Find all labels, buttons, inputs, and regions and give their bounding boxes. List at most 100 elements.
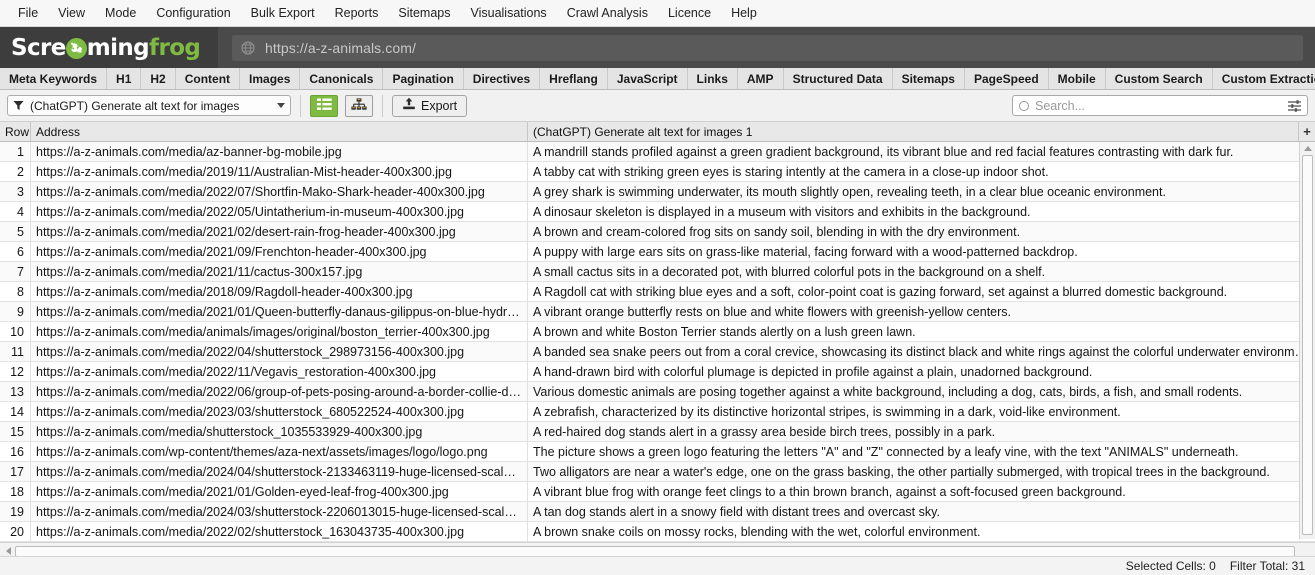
table-row[interactable]: 16https://a-z-animals.com/wp-content/the… <box>0 442 1315 462</box>
tab-h1[interactable]: H1 <box>107 68 141 89</box>
table-row[interactable]: 13https://a-z-animals.com/media/2022/06/… <box>0 382 1315 402</box>
column-header-address[interactable]: Address <box>31 122 528 141</box>
cell-address[interactable]: https://a-z-animals.com/media/2019/11/Au… <box>31 162 528 182</box>
tab-mobile[interactable]: Mobile <box>1049 68 1106 89</box>
scroll-up-icon[interactable] <box>1304 146 1312 151</box>
tab-directives[interactable]: Directives <box>464 68 540 89</box>
horizontal-scrollbar[interactable] <box>0 542 1315 556</box>
vertical-scroll-thumb[interactable] <box>1302 155 1313 535</box>
tab-hreflang[interactable]: Hreflang <box>540 68 608 89</box>
table-row[interactable]: 3https://a-z-animals.com/media/2022/07/S… <box>0 182 1315 202</box>
table-row[interactable]: 4https://a-z-animals.com/media/2022/05/U… <box>0 202 1315 222</box>
table-row[interactable]: 6https://a-z-animals.com/media/2021/09/F… <box>0 242 1315 262</box>
plus-icon[interactable]: + <box>1299 122 1315 141</box>
table-row[interactable]: 14https://a-z-animals.com/media/2023/03/… <box>0 402 1315 422</box>
menu-item-reports[interactable]: Reports <box>325 3 389 23</box>
cell-address[interactable]: https://a-z-animals.com/media/2024/04/sh… <box>31 462 528 482</box>
cell-alt-text[interactable]: A hand-drawn bird with colorful plumage … <box>528 362 1315 382</box>
cell-address[interactable]: https://a-z-animals.com/media/2021/09/Fr… <box>31 242 528 262</box>
menu-item-visualisations[interactable]: Visualisations <box>460 3 556 23</box>
cell-address[interactable]: https://a-z-animals.com/media/2022/07/Sh… <box>31 182 528 202</box>
cell-row-number[interactable]: 14 <box>0 402 31 422</box>
menu-item-crawl-analysis[interactable]: Crawl Analysis <box>557 3 658 23</box>
cell-alt-text[interactable]: A brown snake coils on mossy rocks, blen… <box>528 522 1315 542</box>
tab-custom-extraction[interactable]: Custom Extraction <box>1213 68 1315 89</box>
cell-alt-text[interactable]: A tan dog stands alert in a snowy field … <box>528 502 1315 522</box>
cell-row-number[interactable]: 2 <box>0 162 31 182</box>
cell-alt-text[interactable]: A zebrafish, characterized by its distin… <box>528 402 1315 422</box>
cell-alt-text[interactable]: A puppy with large ears sits on grass-li… <box>528 242 1315 262</box>
scroll-left-icon[interactable] <box>6 547 11 555</box>
cell-alt-text[interactable]: A small cactus sits in a decorated pot, … <box>528 262 1315 282</box>
cell-address[interactable]: https://a-z-animals.com/media/2022/11/Ve… <box>31 362 528 382</box>
tab-javascript[interactable]: JavaScript <box>608 68 688 89</box>
cell-row-number[interactable]: 4 <box>0 202 31 222</box>
url-input[interactable]: https://a-z-animals.com/ <box>232 35 1303 61</box>
cell-alt-text[interactable]: A mandrill stands profiled against a gre… <box>528 142 1315 162</box>
cell-address[interactable]: https://a-z-animals.com/media/2021/02/de… <box>31 222 528 242</box>
search-box[interactable]: Search... <box>1012 95 1308 116</box>
table-row[interactable]: 2https://a-z-animals.com/media/2019/11/A… <box>0 162 1315 182</box>
horizontal-scroll-thumb[interactable] <box>15 546 1295 557</box>
cell-address[interactable]: https://a-z-animals.com/media/2022/02/sh… <box>31 522 528 542</box>
cell-row-number[interactable]: 7 <box>0 262 31 282</box>
cell-row-number[interactable]: 16 <box>0 442 31 462</box>
menu-item-mode[interactable]: Mode <box>95 3 146 23</box>
tab-amp[interactable]: AMP <box>738 68 784 89</box>
cell-address[interactable]: https://a-z-animals.com/media/2023/03/sh… <box>31 402 528 422</box>
cell-address[interactable]: https://a-z-animals.com/media/2022/06/gr… <box>31 382 528 402</box>
cell-row-number[interactable]: 1 <box>0 142 31 162</box>
cell-row-number[interactable]: 12 <box>0 362 31 382</box>
menu-item-licence[interactable]: Licence <box>658 3 721 23</box>
cell-row-number[interactable]: 18 <box>0 482 31 502</box>
tab-structured-data[interactable]: Structured Data <box>784 68 893 89</box>
table-row[interactable]: 11https://a-z-animals.com/media/2022/04/… <box>0 342 1315 362</box>
tab-links[interactable]: Links <box>688 68 738 89</box>
table-row[interactable]: 9https://a-z-animals.com/media/2021/01/Q… <box>0 302 1315 322</box>
cell-address[interactable]: https://a-z-animals.com/media/shuttersto… <box>31 422 528 442</box>
filter-dropdown[interactable]: (ChatGPT) Generate alt text for images <box>7 95 291 116</box>
table-row[interactable]: 10https://a-z-animals.com/media/animals/… <box>0 322 1315 342</box>
cell-alt-text[interactable]: A vibrant orange butterfly rests on blue… <box>528 302 1315 322</box>
table-row[interactable]: 17https://a-z-animals.com/media/2024/04/… <box>0 462 1315 482</box>
cell-row-number[interactable]: 11 <box>0 342 31 362</box>
tab-content[interactable]: Content <box>176 68 240 89</box>
cell-alt-text[interactable]: A vibrant blue frog with orange feet cli… <box>528 482 1315 502</box>
tab-custom-search[interactable]: Custom Search <box>1106 68 1213 89</box>
column-header-row[interactable]: Row <box>0 122 31 141</box>
menu-item-configuration[interactable]: Configuration <box>146 3 240 23</box>
cell-address[interactable]: https://a-z-animals.com/media/az-banner-… <box>31 142 528 162</box>
search-input-placeholder[interactable]: Search... <box>1035 99 1288 113</box>
cell-row-number[interactable]: 10 <box>0 322 31 342</box>
vertical-scrollbar[interactable] <box>1299 142 1315 539</box>
cell-alt-text[interactable]: A dinosaur skeleton is displayed in a mu… <box>528 202 1315 222</box>
cell-row-number[interactable]: 6 <box>0 242 31 262</box>
cell-alt-text[interactable]: A tabby cat with striking green eyes is … <box>528 162 1315 182</box>
cell-row-number[interactable]: 20 <box>0 522 31 542</box>
cell-alt-text[interactable]: A banded sea snake peers out from a cora… <box>528 342 1315 362</box>
cell-address[interactable]: https://a-z-animals.com/media/2022/04/sh… <box>31 342 528 362</box>
menu-item-bulk-export[interactable]: Bulk Export <box>241 3 325 23</box>
tab-canonicals[interactable]: Canonicals <box>300 68 383 89</box>
cell-alt-text[interactable]: Two alligators are near a water's edge, … <box>528 462 1315 482</box>
tab-pagespeed[interactable]: PageSpeed <box>965 68 1049 89</box>
table-row[interactable]: 5https://a-z-animals.com/media/2021/02/d… <box>0 222 1315 242</box>
table-row[interactable]: 18https://a-z-animals.com/media/2021/01/… <box>0 482 1315 502</box>
cell-row-number[interactable]: 3 <box>0 182 31 202</box>
tree-view-button[interactable] <box>345 95 373 117</box>
cell-address[interactable]: https://a-z-animals.com/media/2018/09/Ra… <box>31 282 528 302</box>
table-row[interactable]: 15https://a-z-animals.com/media/shutters… <box>0 422 1315 442</box>
cell-address[interactable]: https://a-z-animals.com/media/2024/03/sh… <box>31 502 528 522</box>
cell-row-number[interactable]: 17 <box>0 462 31 482</box>
table-row[interactable]: 8https://a-z-animals.com/media/2018/09/R… <box>0 282 1315 302</box>
tab-h2[interactable]: H2 <box>141 68 175 89</box>
list-view-button[interactable] <box>310 95 338 117</box>
cell-alt-text[interactable]: A Ragdoll cat with striking blue eyes an… <box>528 282 1315 302</box>
menu-item-help[interactable]: Help <box>721 3 767 23</box>
table-row[interactable]: 12https://a-z-animals.com/media/2022/11/… <box>0 362 1315 382</box>
cell-address[interactable]: https://a-z-animals.com/media/2021/01/Qu… <box>31 302 528 322</box>
cell-alt-text[interactable]: The picture shows a green logo featuring… <box>528 442 1315 462</box>
cell-row-number[interactable]: 15 <box>0 422 31 442</box>
table-row[interactable]: 7https://a-z-animals.com/media/2021/11/c… <box>0 262 1315 282</box>
cell-address[interactable]: https://a-z-animals.com/media/2021/01/Go… <box>31 482 528 502</box>
